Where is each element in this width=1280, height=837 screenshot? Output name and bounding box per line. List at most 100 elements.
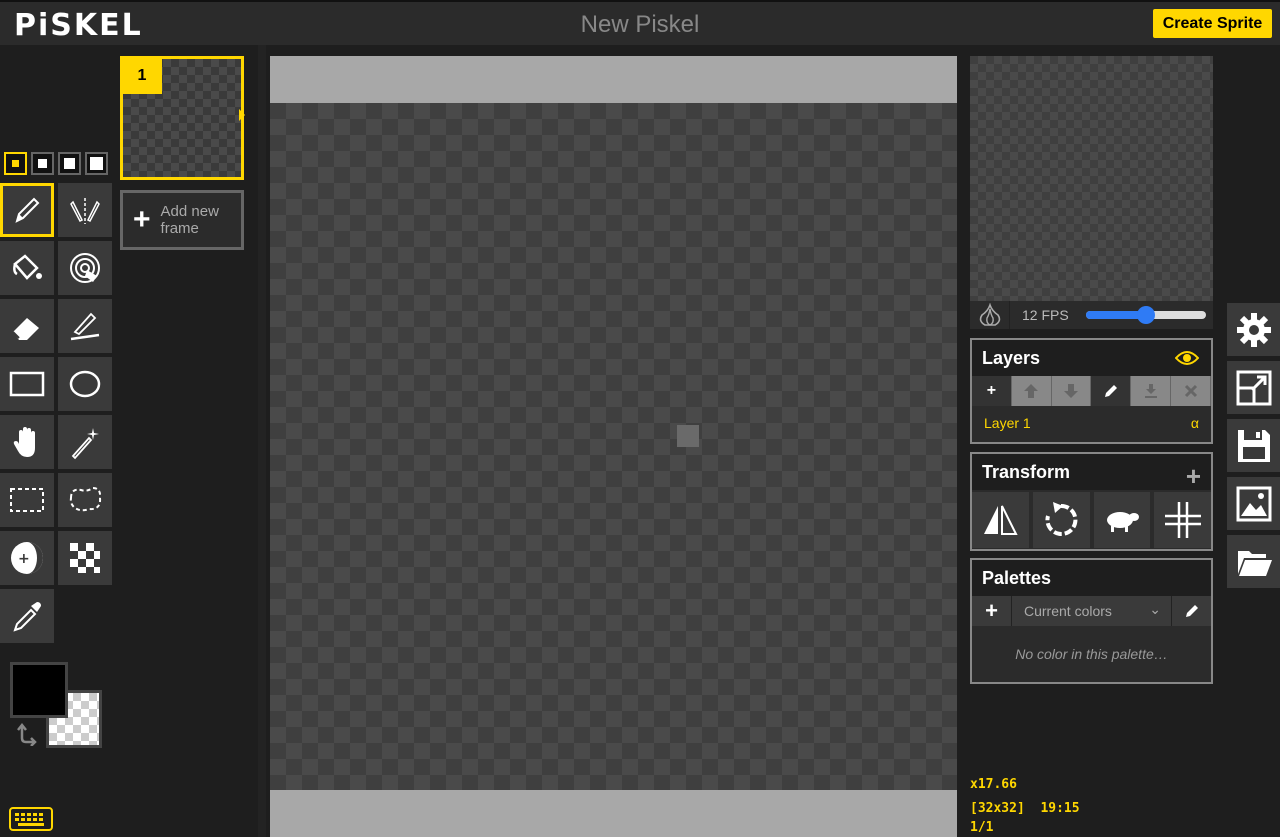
rectangle-selection-tool[interactable] (0, 473, 54, 527)
shape-selection-tool[interactable] (58, 415, 112, 469)
document-title[interactable]: New Piskel (0, 11, 1280, 39)
move-layer-down-button[interactable] (1051, 376, 1092, 406)
pen-size-selector (4, 152, 108, 175)
layer-toolbar: + (972, 376, 1211, 406)
bucket-icon (13, 254, 42, 280)
lasso-selection-tool[interactable] (58, 473, 112, 527)
pen-tool[interactable] (0, 183, 54, 237)
layers-panel: Layers + Layer 1 α (970, 338, 1213, 444)
lighten-icon: + - (11, 542, 43, 574)
vertical-mirror-pen-tool[interactable] (58, 183, 112, 237)
transform-title-bar: Transform + (972, 454, 1211, 491)
settings-button[interactable] (1227, 303, 1280, 356)
palettes-title-bar: Palettes (972, 560, 1211, 596)
pen-size-2[interactable] (31, 152, 54, 175)
frame-thumbnail[interactable]: 1 (120, 56, 245, 180)
color-selector (10, 662, 105, 752)
add-frame-label: Add new frame (160, 203, 219, 237)
tool-palette: + - (0, 183, 114, 643)
resize-button[interactable] (1227, 361, 1280, 414)
rotate-icon (1045, 502, 1078, 536)
zoom-level: x17.66 (970, 777, 1017, 792)
pen-size-4[interactable] (85, 152, 108, 175)
layer-name: Layer 1 (984, 415, 1031, 431)
align-center-button[interactable] (1154, 492, 1211, 548)
clone-button[interactable] (1093, 492, 1151, 548)
layer-opacity-button[interactable]: α (1191, 415, 1199, 431)
animation-preview[interactable] (970, 56, 1213, 301)
fps-slider-knob[interactable] (1137, 306, 1155, 324)
merge-down-icon (1144, 384, 1157, 398)
eye-icon[interactable] (1175, 350, 1199, 366)
drawing-canvas[interactable] (270, 103, 957, 790)
center-icon (1164, 502, 1201, 538)
folder-open-icon (1237, 550, 1272, 576)
palette-select-value: Current colors (1024, 603, 1112, 619)
line-icon (70, 312, 100, 341)
lighten-tool[interactable]: + - (0, 531, 54, 585)
onion-skin-button[interactable] (970, 301, 1010, 329)
palette-toolbar: + Current colors ⌄ (972, 596, 1211, 626)
circle-tool[interactable] (58, 357, 112, 411)
rotate-button[interactable] (1032, 492, 1090, 548)
mirror-pen-icon (70, 198, 100, 224)
plus-icon[interactable]: + (1186, 458, 1201, 494)
rectangle-tool[interactable] (0, 357, 54, 411)
keyboard-shortcuts-icon[interactable] (8, 806, 54, 832)
fps-slider[interactable] (1086, 306, 1206, 324)
frames-divider (258, 45, 266, 837)
palettes-panel: Palettes + Current colors ⌄ No color in … (970, 558, 1213, 684)
checker-icon (70, 543, 100, 573)
transform-title: Transform (982, 462, 1071, 482)
layer-item[interactable]: Layer 1 α (972, 406, 1211, 440)
edit-palette-button[interactable] (1171, 596, 1211, 626)
layers-title-bar: Layers (972, 340, 1211, 376)
add-layer-button[interactable]: + (972, 376, 1012, 406)
plus-icon: + (986, 382, 997, 399)
move-layer-up-button[interactable] (1011, 376, 1052, 406)
merge-layer-button[interactable] (1131, 376, 1172, 406)
svg-text:-: - (30, 551, 36, 567)
size-and-cursor: [32x32] 19:15 (970, 801, 1080, 816)
pencil-icon (15, 197, 40, 223)
delete-layer-button[interactable] (1171, 376, 1211, 406)
swap-colors-icon[interactable] (16, 722, 40, 746)
open-button[interactable] (1227, 535, 1280, 588)
pencil-icon (1104, 385, 1117, 397)
frame-number: 1 (122, 58, 162, 94)
dithering-tool[interactable] (58, 531, 112, 585)
frame-index: 1/1 (970, 820, 994, 835)
target-bucket-icon (70, 253, 100, 283)
palette-select[interactable]: Current colors ⌄ (1012, 601, 1171, 619)
stroke-tool[interactable] (58, 299, 112, 353)
rectangle-icon (9, 371, 45, 397)
save-icon (1237, 429, 1270, 462)
dashed-rect-icon (10, 488, 44, 512)
rename-layer-button[interactable] (1091, 376, 1132, 406)
eraser-tool[interactable] (0, 299, 54, 353)
color-picker-tool[interactable] (0, 589, 54, 643)
frames-panel: 1 + Add new frame (114, 45, 264, 837)
paint-bucket-tool[interactable] (0, 241, 54, 295)
add-frame-button[interactable]: + Add new frame (120, 190, 244, 250)
flip-button[interactable] (972, 492, 1029, 548)
pen-size-3[interactable] (58, 152, 81, 175)
move-tool[interactable] (0, 415, 54, 469)
primary-color-swatch[interactable] (10, 662, 68, 718)
export-button[interactable] (1227, 477, 1280, 530)
pencil-icon (1185, 605, 1198, 617)
close-icon (1184, 384, 1197, 398)
onion-icon (979, 303, 1000, 326)
create-sprite-button[interactable]: Create Sprite (1153, 9, 1272, 38)
save-button[interactable] (1227, 419, 1280, 472)
pen-size-1[interactable] (4, 152, 27, 175)
paint-all-same-color-tool[interactable] (58, 241, 112, 295)
transform-panel: Transform + (970, 452, 1213, 551)
lasso-icon (69, 486, 102, 512)
eraser-icon (12, 318, 39, 340)
palette-empty-message: No color in this palette… (1015, 646, 1168, 662)
svg-text:+: + (18, 551, 30, 567)
add-palette-button[interactable]: + (972, 596, 1012, 626)
image-icon (1236, 486, 1271, 521)
cursor-highlight (677, 425, 699, 447)
